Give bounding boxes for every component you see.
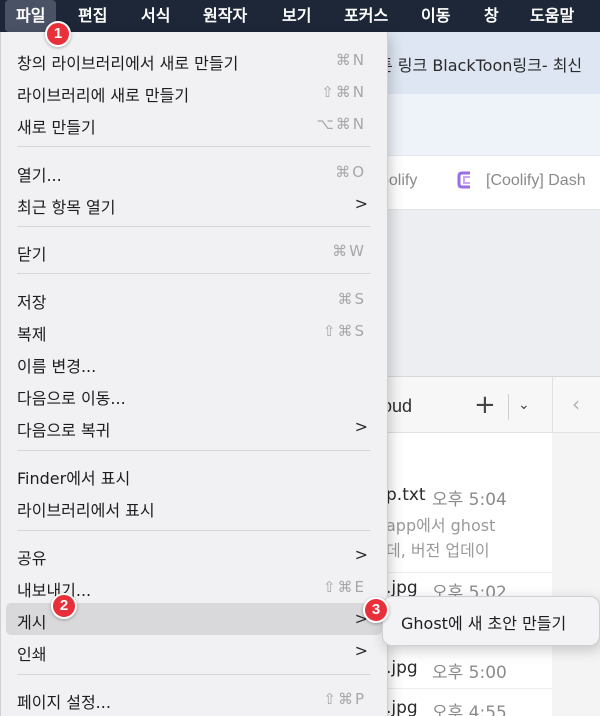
coolify-logo-icon (457, 171, 470, 189)
menu-separator (17, 273, 371, 274)
menu-item-show-in-library[interactable]: 라이브러리에서 표시 (6, 491, 382, 523)
file-time: 오후 5:00 (432, 663, 507, 683)
browser-address-bar[interactable] (370, 94, 600, 156)
menu-item-label: 복제 (17, 325, 47, 344)
menu-item-print[interactable]: 인쇄 > (6, 635, 382, 667)
menu-item-new[interactable]: 새로 만들기 ⌥⌘N (6, 108, 382, 140)
publish-submenu: Ghost에 새 초안 만들기 (382, 596, 600, 646)
menu-item-label: Finder에서 표시 (17, 469, 131, 488)
shortcut-label: ⌘N (335, 51, 366, 69)
menu-item-label: 라이브러리에 새로 만들기 (17, 86, 190, 105)
menu-item-duplicate[interactable]: 복제 ⇧⌘S (6, 315, 382, 347)
file-time: 오후 5:04 (432, 490, 507, 510)
menu-edit[interactable]: 편집 (78, 0, 107, 32)
finder-right-pane (552, 433, 600, 716)
file-time: 오후 4:55 (432, 703, 507, 716)
shortcut-label: ⇧⌘N (321, 83, 366, 101)
menu-item-label: 페이지 설정... (17, 693, 111, 712)
menu-item-label: 새로 만들기 (17, 118, 96, 137)
menu-item-new-in-window-library[interactable]: 창의 라이브러리에서 새로 만들기 ⌘N (6, 44, 382, 76)
menu-item-label: 열기... (17, 166, 62, 185)
menu-item-open[interactable]: 열기... ⌘O (6, 156, 382, 188)
plus-icon[interactable]: + (474, 390, 496, 420)
menu-item-save[interactable]: 저장 ⌘S (6, 283, 382, 315)
chevron-right-icon: > (354, 641, 368, 660)
menu-item-label: 창의 라이브러리에서 새로 만들기 (17, 54, 239, 73)
shortcut-label: ⌥⌘N (316, 115, 366, 133)
menu-format[interactable]: 서식 (141, 0, 170, 32)
menu-item-label: 최근 항목 열기 (17, 198, 116, 217)
menu-separator (17, 674, 371, 675)
shortcut-label: ⇧⌘S (322, 322, 366, 340)
menu-item-label: 다음으로 복귀 (17, 421, 111, 440)
menu-focus[interactable]: 포커스 (344, 0, 388, 32)
menu-item-label: 닫기 (17, 245, 47, 264)
menu-item-rename[interactable]: 이름 변경... (6, 347, 382, 379)
menu-item-close[interactable]: 닫기 ⌘W (6, 235, 382, 267)
menu-item-label: 인쇄 (17, 645, 47, 664)
shortcut-label: ⌘S (337, 290, 366, 308)
menu-item-label: 다음으로 이동... (17, 389, 126, 408)
menu-item-label: 라이브러리에서 표시 (17, 501, 155, 520)
shortcut-label: ⇧⌘E (322, 578, 366, 596)
chevron-down-icon[interactable]: ⌄ (518, 397, 530, 413)
menu-item-show-in-finder[interactable]: Finder에서 표시 (6, 459, 382, 491)
file-name: .jpg (386, 658, 418, 678)
file-name: p.txt (386, 485, 426, 505)
chevron-right-icon: > (354, 545, 368, 564)
file-name: .jpg (386, 698, 418, 716)
shortcut-label: ⌘W (332, 242, 366, 260)
step-badge-3: 3 (363, 597, 389, 623)
menu-item-page-setup[interactable]: 페이지 설정... ⇧⌘P (6, 683, 382, 715)
menu-item-label: 공유 (17, 549, 47, 568)
row-divider (386, 688, 552, 689)
menu-separator (17, 450, 371, 451)
file-name: .jpg (386, 578, 418, 598)
menu-item-move-to[interactable]: 다음으로 이동... (6, 379, 382, 411)
step-badge-2: 2 (51, 593, 77, 619)
menu-help[interactable]: 도움말 (530, 0, 574, 32)
menu-separator (17, 226, 371, 227)
menu-window[interactable]: 창 (484, 0, 499, 32)
menu-item-label: 저장 (17, 293, 47, 312)
bookmark-coolify-dash[interactable]: [Coolify] Dash (486, 172, 586, 190)
menu-item-label: 게시 (17, 613, 47, 632)
menu-item-share[interactable]: 공유 > (6, 539, 382, 571)
menu-view[interactable]: 보기 (282, 0, 311, 32)
menu-item-new-in-library[interactable]: 라이브러리에 새로 만들기 ⇧⌘N (6, 76, 382, 108)
shortcut-label: ⇧⌘P (323, 690, 366, 708)
menu-item-create-ghost-draft[interactable]: Ghost에 새 초안 만들기 (401, 610, 566, 634)
chevron-left-icon[interactable]: ‹ (572, 392, 580, 416)
menu-item-open-recent[interactable]: 최근 항목 열기 > (6, 188, 382, 220)
chevron-right-icon: > (354, 194, 368, 213)
file-preview: app에서 ghost (386, 516, 496, 535)
menu-author[interactable]: 원작자 (203, 0, 247, 32)
file-row[interactable]: .jpg 오후 5:00 (370, 648, 552, 688)
file-row[interactable]: p.txt 오후 5:04 app에서 ghost 데, 버전 업데이 (370, 476, 552, 572)
file-preview: 데, 버전 업데이 (386, 541, 490, 560)
menu-bar: 파일 편집 서식 원작자 보기 포커스 이동 창 도움말 (0, 0, 600, 32)
browser-tab-title[interactable]: 툰 링크 BlackToon링크- 최신 (378, 52, 582, 76)
browser-content (370, 210, 600, 380)
step-badge-1: 1 (45, 21, 71, 47)
menu-item-revert-to[interactable]: 다음으로 복귀 > (6, 411, 382, 443)
menu-separator (17, 530, 371, 531)
menu-go[interactable]: 이동 (421, 0, 450, 32)
shortcut-label: ⌘O (335, 163, 366, 181)
menu-separator (17, 146, 371, 147)
toolbar-separator (508, 394, 509, 420)
file-row[interactable]: .jpg 오후 4:55 (370, 690, 552, 716)
chevron-right-icon: > (354, 417, 368, 436)
menu-item-label: 이름 변경... (17, 357, 97, 376)
